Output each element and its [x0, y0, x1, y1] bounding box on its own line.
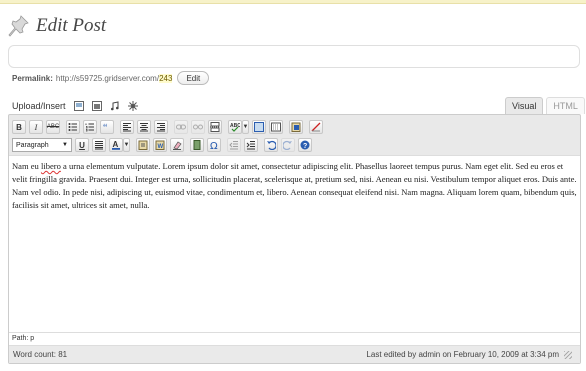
indent-button[interactable] [244, 138, 258, 152]
media-button[interactable] [190, 138, 204, 152]
editor-tabs: Visual HTML [502, 97, 585, 114]
permalink-row: Permalink: http://s59725.gridserver.com/… [12, 70, 210, 86]
post-editor: B I ABC “ ABC ▼ Paragraph ▼ U A ▼ W Ω ? … [8, 114, 581, 364]
audio-icon[interactable] [109, 100, 121, 112]
permalink-label: Permalink: [12, 73, 53, 83]
align-center-button[interactable] [137, 120, 151, 134]
permalink-url[interactable]: http://s59725.gridserver.com/ [56, 74, 159, 83]
underline-button[interactable]: U [75, 138, 89, 152]
paste-text-button[interactable] [136, 138, 150, 152]
paste-word-2-button[interactable]: W [153, 138, 167, 152]
svg-text:W: W [158, 144, 164, 150]
text-rest: a urna elementum vulputate. Lorem ipsum … [12, 161, 577, 210]
fullscreen-button[interactable] [252, 120, 266, 134]
status-right: Last edited by admin on February 10, 200… [366, 350, 576, 359]
permalink-slug[interactable]: 243 [159, 73, 173, 83]
eraser-icon[interactable] [170, 138, 184, 152]
italic-button[interactable]: I [29, 120, 43, 134]
more-tag-button[interactable] [208, 120, 222, 134]
insert-image-button[interactable] [309, 120, 323, 134]
text-start: Nam eu [12, 161, 41, 171]
help-icon[interactable]: ? [298, 138, 312, 152]
permalink-edit-button[interactable]: Edit [177, 71, 210, 85]
bold-button[interactable]: B [12, 120, 26, 134]
spellcheck-button[interactable]: ABC [228, 120, 242, 134]
post-body-paragraph: Nam eu libero a urna elementum vulputate… [12, 160, 577, 212]
page-title: Edit Post [36, 15, 107, 36]
post-title-input[interactable] [8, 45, 580, 68]
outdent-button[interactable] [227, 138, 241, 152]
strikethrough-button[interactable]: ABC [46, 120, 60, 134]
link-icon[interactable] [174, 120, 188, 134]
upload-insert-label: Upload/Insert [12, 101, 66, 111]
tab-visual[interactable]: Visual [505, 97, 544, 114]
undo-icon[interactable] [264, 138, 278, 152]
format-select-value: Paragraph [16, 141, 49, 149]
element-path: Path: p [9, 333, 580, 345]
video-icon[interactable] [91, 100, 103, 112]
chevron-down-icon: ▼ [62, 142, 68, 148]
editor-status-bar: Word count: 81 Last edited by admin on F… [9, 345, 580, 363]
word-count: Word count: 81 [13, 350, 68, 359]
misspelled-word[interactable]: libero [41, 161, 61, 171]
image-icon[interactable] [73, 100, 85, 112]
svg-text:“: “ [103, 123, 108, 132]
media-icon[interactable] [127, 100, 139, 112]
kitchen-sink-button[interactable] [269, 120, 283, 134]
admin-top-bar [0, 0, 586, 4]
unlink-icon[interactable] [191, 120, 205, 134]
format-select[interactable]: Paragraph ▼ [12, 138, 72, 152]
text-color-dropdown[interactable]: ▼ [123, 138, 130, 152]
resize-grip-icon[interactable] [564, 350, 572, 359]
svg-text:Ω: Ω [210, 141, 218, 150]
page-header: Edit Post [8, 12, 106, 40]
paste-word-button[interactable] [289, 120, 303, 134]
numbered-list-button[interactable] [83, 120, 97, 134]
bullet-list-button[interactable] [66, 120, 80, 134]
blockquote-button[interactable]: “ [100, 120, 114, 134]
media-buttons: Upload/Insert [12, 99, 145, 113]
text-color-button[interactable]: A [109, 138, 123, 152]
svg-text:A: A [113, 140, 119, 149]
justify-button[interactable] [92, 138, 106, 152]
spellcheck-dropdown[interactable]: ▼ [242, 120, 249, 134]
svg-text:ABC: ABC [230, 123, 240, 129]
pushpin-icon [8, 14, 30, 38]
editor-content-area[interactable]: Nam eu libero a urna elementum vulputate… [9, 155, 580, 333]
toolbar-row-2: Paragraph ▼ U A ▼ W Ω ? [12, 137, 315, 153]
redo-icon[interactable] [281, 138, 295, 152]
align-right-button[interactable] [154, 120, 168, 134]
omega-icon[interactable]: Ω [207, 138, 221, 152]
last-edited: Last edited by admin on February 10, 200… [366, 350, 559, 359]
tab-html[interactable]: HTML [546, 97, 585, 114]
toolbar-row-1: B I ABC “ ABC ▼ [12, 119, 326, 135]
svg-text:?: ? [303, 143, 307, 150]
align-left-button[interactable] [120, 120, 134, 134]
